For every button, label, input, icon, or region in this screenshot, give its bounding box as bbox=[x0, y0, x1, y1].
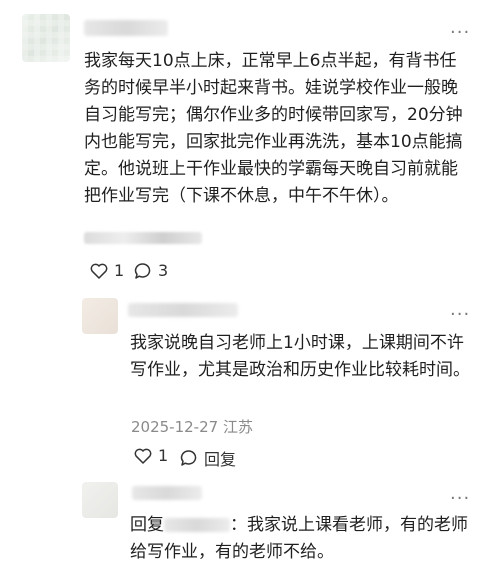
speech-bubble-icon bbox=[180, 450, 197, 466]
reply2-mentioned-user[interactable] bbox=[164, 518, 230, 532]
comment-reply-count: 3 bbox=[158, 261, 169, 280]
reply1-meta: 2025-12-27 江苏 bbox=[131, 416, 253, 437]
reply1-reply-label: 回复 bbox=[204, 450, 237, 469]
reply2-avatar[interactable] bbox=[82, 482, 118, 518]
comment-meta-blurred bbox=[84, 232, 202, 244]
reply2-prefix: 回复 bbox=[130, 515, 164, 535]
reply1-reply-button[interactable]: 回复 bbox=[180, 446, 236, 470]
comment-text: 我家每天10点上床，正常早上6点半起，有背书任务的时候早半小时起来背书。娃说学校… bbox=[84, 51, 463, 206]
more-dots-icon[interactable]: ··· bbox=[450, 490, 470, 508]
comment-like-count: 1 bbox=[114, 261, 125, 280]
heart-icon bbox=[134, 448, 152, 464]
comment-reply-button[interactable]: 3 bbox=[134, 261, 168, 280]
comment-like-button[interactable]: 1 bbox=[90, 261, 124, 280]
comment-avatar[interactable] bbox=[22, 14, 70, 62]
reply1-text: 我家说晚自习老师上1小时课，上课期间不许写作业，尤其是政治和历史作业比较耗时间。 bbox=[130, 333, 470, 380]
reply1-avatar[interactable] bbox=[82, 298, 118, 334]
reply1-like-count: 1 bbox=[158, 446, 169, 465]
more-dots-icon[interactable]: ··· bbox=[450, 24, 470, 42]
reply1-username[interactable] bbox=[128, 303, 238, 317]
comment-username[interactable] bbox=[84, 20, 168, 36]
reply1-location: 江苏 bbox=[222, 418, 253, 436]
reply1-like-button[interactable]: 1 bbox=[134, 446, 168, 465]
speech-bubble-icon bbox=[134, 262, 151, 279]
heart-icon bbox=[90, 263, 108, 279]
more-dots-icon[interactable]: ··· bbox=[450, 306, 470, 324]
reply1-date: 2025-12-27 bbox=[131, 418, 219, 436]
reply2-username[interactable] bbox=[132, 486, 202, 500]
